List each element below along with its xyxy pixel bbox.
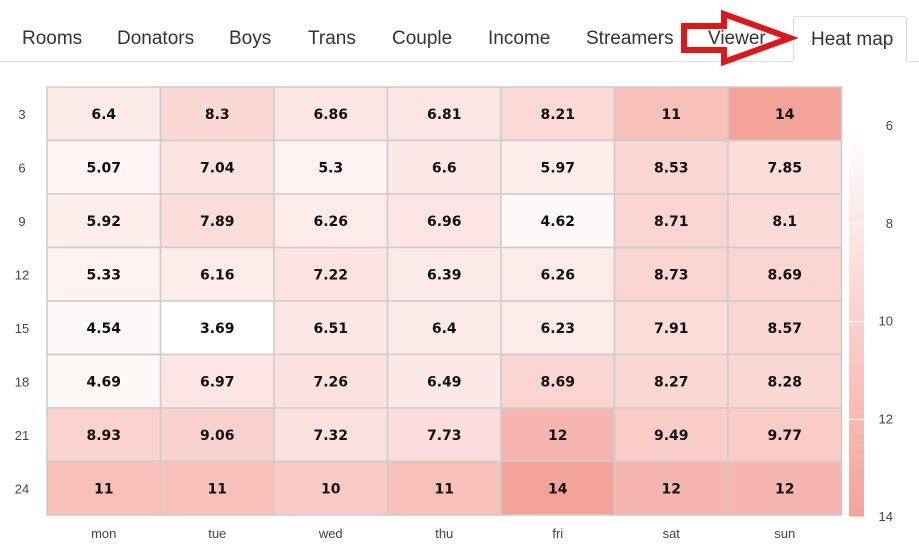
tab-streamers[interactable]: Streamers: [586, 18, 674, 60]
cell-value-label: 6.39: [427, 267, 462, 283]
y-tick-label: 15: [15, 321, 29, 336]
y-tick-label: 24: [15, 481, 29, 496]
cell-value-label: 6.86: [313, 107, 348, 123]
cell-value-label: 7.26: [313, 374, 348, 390]
tab-bar: Rooms Donators Boys Trans Couple Income …: [0, 0, 919, 67]
x-tick-label: fri: [552, 526, 563, 541]
cell-value-label: 8.57: [767, 321, 802, 337]
cell-value-label: 7.22: [313, 267, 348, 283]
tab-rooms[interactable]: Rooms: [22, 18, 82, 60]
heatmap-svg: 6.4 8.3 6.86 6.81 8.21 11 14 5.07 7.04 5.3 6.6 5.97…: [15, 86, 893, 541]
legend-tick-label: 6: [886, 118, 893, 133]
cell-value-label: 8.93: [86, 428, 121, 444]
cell-value-label: 7.73: [427, 428, 462, 444]
tab-donators[interactable]: Donators: [117, 18, 194, 60]
x-tick-label: sat: [663, 526, 681, 541]
cell-value-label: 6.16: [200, 267, 235, 283]
cell-value-label: 11: [435, 481, 454, 497]
cell-value-label: 10: [321, 481, 341, 497]
cell-value-label: 11: [94, 481, 113, 497]
cell-value-label: 4.69: [86, 374, 121, 390]
cell-value-label: 8.69: [767, 267, 802, 283]
x-tick-label: tue: [208, 526, 226, 541]
cell-value-label: 8.21: [540, 107, 575, 123]
y-tick-label: 9: [18, 214, 25, 229]
red-arrow-annotation: [681, 9, 799, 67]
cell-value-label: 11: [662, 107, 681, 123]
cell-value-label: 8.73: [654, 267, 689, 283]
cell-value-label: 6.49: [427, 374, 462, 390]
cell-value-label: 4.62: [540, 214, 575, 230]
tab-boys[interactable]: Boys: [229, 18, 271, 60]
tab-heat-map[interactable]: Heat map: [793, 16, 907, 62]
cell-value-label: 12: [662, 481, 681, 497]
legend-tick-label: 14: [879, 509, 893, 524]
heatmap-chart: 6.4 8.3 6.86 6.81 8.21 11 14 5.07 7.04 5.3 6.6 5.97…: [0, 62, 919, 555]
cell-value-label: 11: [208, 481, 227, 497]
y-tick-label: 12: [15, 267, 29, 282]
cell-value-label: 7.85: [767, 160, 802, 176]
cell-value-label: 7.32: [313, 428, 348, 444]
cell-value-label: 6.97: [200, 374, 235, 390]
cell-value-label: 3.69: [200, 321, 235, 337]
y-tick-label: 21: [15, 428, 29, 443]
cell-value-label: 6.4: [91, 107, 116, 123]
x-tick-label: mon: [91, 526, 116, 541]
y-tick-label: 18: [15, 374, 29, 389]
cell-value-label: 5.97: [540, 160, 575, 176]
cell-value-label: 8.28: [767, 374, 802, 390]
cell-value-label: 8.27: [654, 374, 689, 390]
cell-value-label: 5.3: [318, 160, 343, 176]
tab-trans[interactable]: Trans: [308, 18, 356, 60]
cell-value-label: 8.1: [772, 214, 797, 230]
cell-value-label: 6.51: [313, 321, 348, 337]
legend-tick-label: 10: [879, 314, 893, 329]
cell-value-label: 6.23: [540, 321, 575, 337]
x-tick-label: sun: [774, 526, 795, 541]
cell-value-label: 6.26: [313, 214, 348, 230]
cell-value-label: 14: [548, 481, 568, 497]
cell-value-label: 9.77: [767, 428, 802, 444]
tab-couple[interactable]: Couple: [392, 18, 452, 60]
x-tick-label: wed: [318, 526, 343, 541]
legend-tick-label: 12: [879, 411, 893, 426]
cell-value-label: 8.3: [205, 107, 230, 123]
tab-income[interactable]: Income: [488, 18, 550, 60]
cell-value-label: 7.04: [200, 160, 235, 176]
cell-value-label: 12: [775, 481, 794, 497]
cell-value-label: 6.81: [427, 107, 462, 123]
cell-value-label: 5.33: [86, 267, 121, 283]
cell-value-label: 6.4: [432, 321, 457, 337]
y-tick-label: 6: [18, 160, 25, 175]
cell-value-label: 7.89: [200, 214, 235, 230]
cell-value-label: 6.26: [540, 267, 575, 283]
cell-value-label: 8.53: [654, 160, 689, 176]
cell-value-label: 8.69: [540, 374, 575, 390]
cell-value-label: 12: [548, 428, 567, 444]
cell-value-label: 4.54: [86, 321, 121, 337]
x-tick-label: thu: [435, 526, 453, 541]
cell-value-label: 5.07: [86, 160, 121, 176]
cell-value-label: 7.91: [654, 321, 689, 337]
cell-value-label: 9.49: [654, 428, 689, 444]
legend-tick-label: 8: [886, 216, 893, 231]
cell-value-label: 14: [775, 107, 795, 123]
cell-value-label: 5.92: [86, 214, 121, 230]
y-tick-label: 3: [18, 107, 25, 122]
cell-value-label: 8.71: [654, 214, 689, 230]
cell-value-label: 6.6: [432, 160, 457, 176]
arrow-shape: [681, 9, 799, 67]
cell-value-label: 9.06: [200, 428, 235, 444]
cell-value-label: 6.96: [427, 214, 462, 230]
